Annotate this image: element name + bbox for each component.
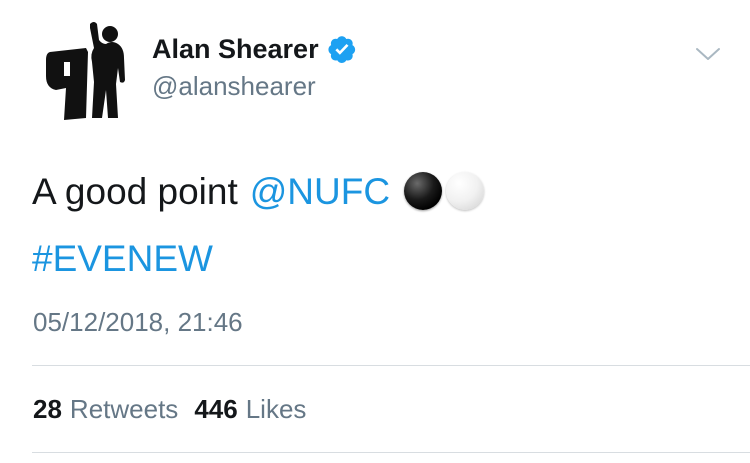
tweet-body: A good point [32,170,238,212]
tweet-text: A good point @NUFC [32,170,485,212]
retweets-stat[interactable]: 28 Retweets [33,396,178,422]
tweet-stats: 28 Retweets 446 Likes [33,396,306,422]
hashtag-link[interactable]: #EVENEW [32,238,213,279]
divider [32,452,750,453]
tweet-timestamp[interactable]: 05/12/2018, 21:46 [33,309,243,335]
black-circle-icon [404,172,443,210]
likes-stat[interactable]: 446 Likes [194,396,306,422]
chevron-down-icon[interactable] [693,44,723,64]
user-handle[interactable]: @alanshearer [152,73,316,99]
display-name[interactable]: Alan Shearer [152,35,319,63]
retweets-label: Retweets [69,394,179,424]
divider [32,365,750,366]
number-9-logo-icon [46,22,125,120]
retweets-count: 28 [33,394,62,424]
mention-link[interactable]: @NUFC [250,173,390,210]
verified-badge-icon [328,36,355,63]
likes-count: 446 [194,394,238,424]
avatar[interactable] [28,18,140,124]
name-row: Alan Shearer [152,34,357,64]
likes-label: Likes [245,394,307,424]
white-circle-icon [446,172,485,210]
